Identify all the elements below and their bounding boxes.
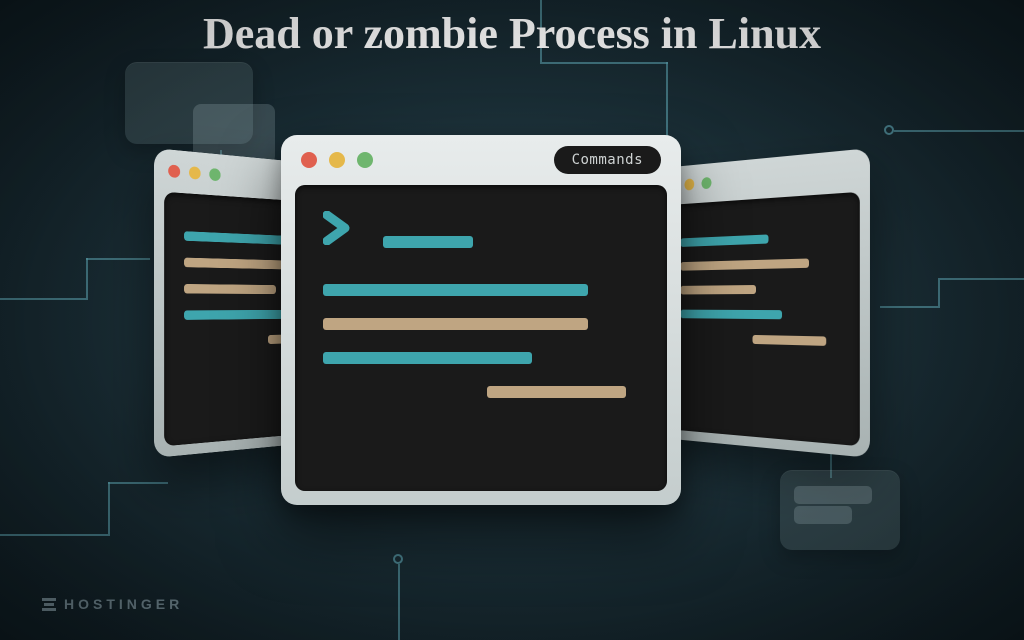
code-line [323,284,588,296]
ghost-card [125,62,253,144]
wire [940,278,1024,280]
minimize-icon [685,178,695,190]
maximize-icon [702,177,712,189]
minimize-icon [329,152,345,168]
ghost-line [794,486,872,504]
logo-icon [42,598,56,611]
minimize-icon [189,166,201,180]
titlebar: Commands [281,135,681,185]
maximize-icon [209,168,220,181]
code-line [681,258,809,270]
node-dot [393,554,403,564]
code-line [487,386,626,398]
page-title: Dead or zombie Process in Linux [203,8,821,59]
wire [108,482,168,484]
brand-text: HOSTINGER [64,596,183,612]
code-line [753,335,826,346]
wire [0,534,108,536]
code-line [323,352,532,364]
cursor-line [383,236,473,248]
prompt-row [323,211,639,250]
terminal-body [665,192,860,446]
wire [540,62,668,64]
wire [108,482,110,536]
code-line [323,318,588,330]
wire [0,298,86,300]
code-line [184,231,284,244]
wire [86,258,150,260]
maximize-icon [357,152,373,168]
terminal-window-right [657,148,870,458]
wire [938,278,940,306]
wire [398,564,400,640]
code-line [184,284,276,294]
terminal-window-main: Commands [281,135,681,505]
code-line [681,310,782,320]
commands-badge: Commands [554,146,661,174]
close-icon [301,152,317,168]
wire [880,306,940,308]
terminal-body [295,185,667,491]
code-line [681,285,756,294]
code-line [681,234,769,247]
prompt-icon [323,211,355,250]
node-dot [884,125,894,135]
wire [894,130,1024,132]
ghost-card [780,470,900,550]
ghost-line [794,506,852,524]
wire [86,258,88,300]
close-icon [168,164,180,178]
brand-logo: HOSTINGER [42,596,183,612]
